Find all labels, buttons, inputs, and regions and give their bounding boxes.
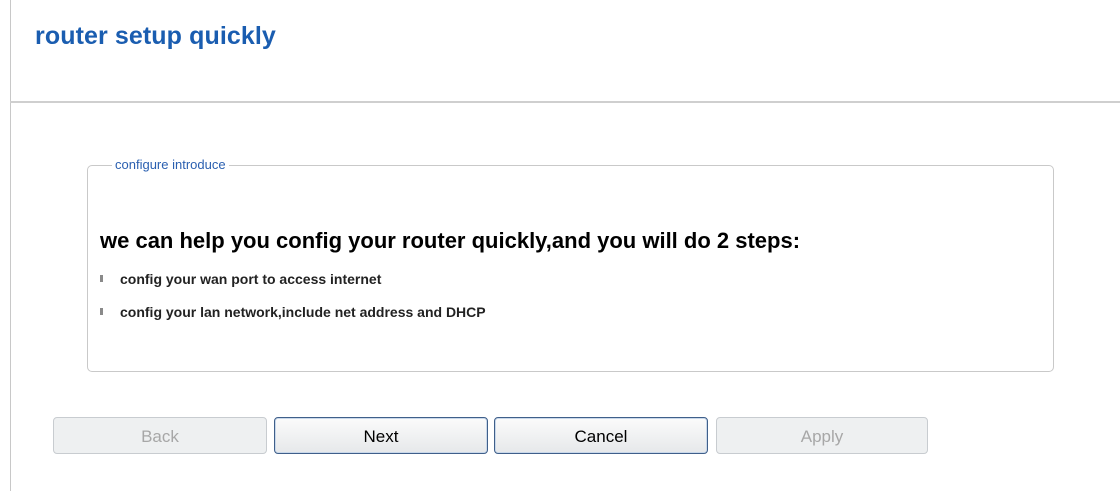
step-text: config your wan port to access internet [120,271,382,287]
bullet-icon [100,308,103,315]
next-button[interactable]: Next [274,417,488,454]
bullet-icon [100,275,103,282]
list-item: config your wan port to access internet [100,271,381,287]
intro-headline: we can help you config your router quick… [100,228,801,253]
configure-introduce-fieldset [87,165,1054,372]
title-divider [10,101,1120,103]
list-item: config your lan network,include net addr… [100,304,486,320]
back-button[interactable]: Back [53,417,267,454]
left-border [10,0,11,491]
step-text: config your lan network,include net addr… [120,304,486,320]
apply-button[interactable]: Apply [716,417,928,454]
cancel-button[interactable]: Cancel [494,417,708,454]
fieldset-legend: configure introduce [112,157,229,172]
router-setup-page: router setup quickly configure introduce… [0,0,1120,491]
page-title: router setup quickly [35,22,276,50]
